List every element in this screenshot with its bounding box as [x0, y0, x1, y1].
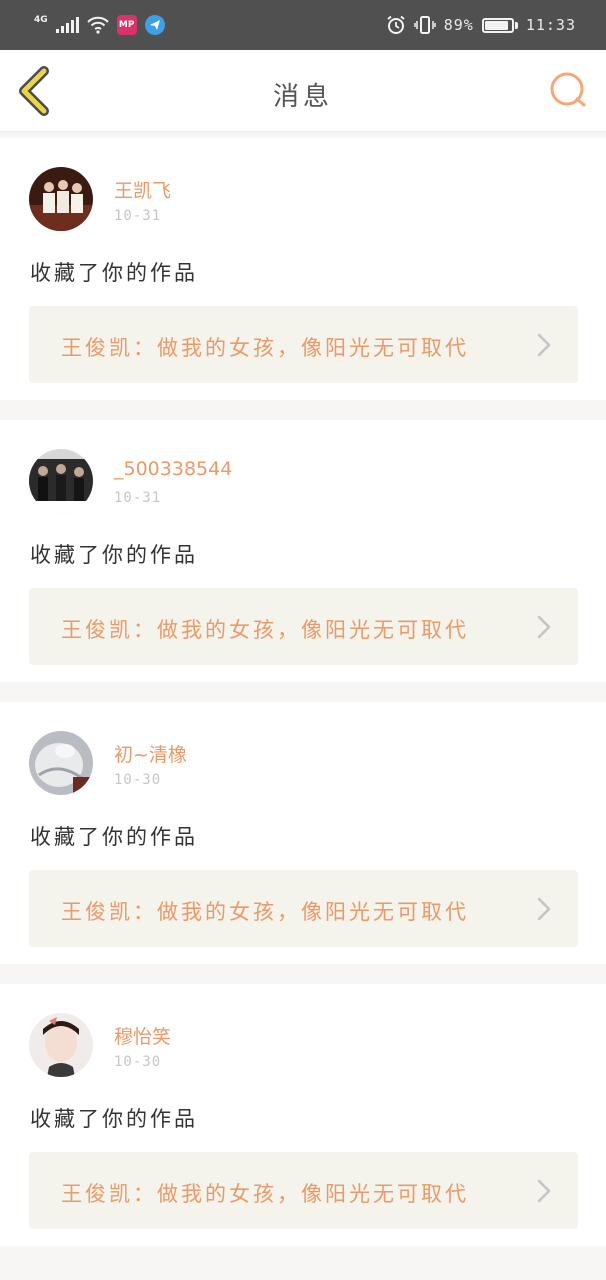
username[interactable]: 初~清橡	[114, 740, 187, 767]
action-text: 收藏了你的作品	[30, 825, 198, 849]
signal-icon	[55, 17, 79, 33]
action-text: 收藏了你的作品	[30, 1107, 198, 1131]
page-title: 消息	[272, 82, 333, 112]
notification-card: 穆怡笑 10-30 收藏了你的作品 王俊凯：做我的女孩，像阳光无可取代	[0, 984, 606, 1246]
work-link[interactable]: 王俊凯：做我的女孩，像阳光无可取代	[29, 588, 578, 665]
avatar[interactable]	[29, 731, 93, 795]
notification-card: 初~清橡 10-30 收藏了你的作品 王俊凯：做我的女孩，像阳光无可取代	[0, 702, 606, 964]
mp-app-icon: MP	[116, 15, 137, 35]
work-title: 王俊凯：做我的女孩，像阳光无可取代	[61, 1182, 469, 1206]
status-bar-right: 89% 11:33	[386, 15, 576, 35]
username[interactable]: 穆怡笑	[114, 1022, 171, 1049]
work-link[interactable]: 王俊凯：做我的女孩，像阳光无可取代	[29, 306, 578, 383]
work-link[interactable]: 王俊凯：做我的女孩，像阳光无可取代	[29, 1152, 578, 1229]
work-title: 王俊凯：做我的女孩，像阳光无可取代	[61, 618, 469, 642]
top-app-bar: 消息	[0, 50, 606, 132]
telegram-icon	[144, 15, 165, 35]
notification-list: 王凯飞 10-31 收藏了你的作品 王俊凯：做我的女孩，像阳光无可取代 _500…	[0, 138, 606, 1266]
alarm-icon	[387, 15, 405, 34]
username[interactable]: _500338544	[114, 458, 232, 480]
action-text: 收藏了你的作品	[30, 261, 198, 285]
battery-percent: 89%	[443, 16, 474, 34]
work-title: 王俊凯：做我的女孩，像阳光无可取代	[61, 900, 469, 924]
battery-icon	[481, 17, 518, 33]
username[interactable]: 王凯飞	[114, 176, 171, 203]
network-type: 4G	[34, 14, 48, 25]
action-text: 收藏了你的作品	[30, 543, 198, 567]
avatar[interactable]	[29, 449, 93, 513]
status-bar: 4G MP 89% 11:33	[0, 0, 606, 50]
search-button[interactable]	[548, 70, 588, 110]
chevron-right-icon	[537, 1179, 551, 1203]
avatar[interactable]	[29, 1013, 93, 1077]
work-title: 王俊凯：做我的女孩，像阳光无可取代	[61, 336, 469, 360]
timestamp: 10-30	[114, 1054, 162, 1070]
vibrate-icon	[414, 16, 436, 34]
chevron-right-icon	[537, 897, 551, 921]
notification-card: 王凯飞 10-31 收藏了你的作品 王俊凯：做我的女孩，像阳光无可取代	[0, 138, 606, 400]
timestamp: 10-31	[114, 208, 162, 224]
work-link[interactable]: 王俊凯：做我的女孩，像阳光无可取代	[29, 870, 578, 947]
search-icon	[550, 72, 586, 107]
wifi-icon	[86, 16, 109, 34]
timestamp: 10-31	[114, 490, 162, 506]
chevron-right-icon	[537, 333, 551, 357]
notification-card: _500338544 10-31 收藏了你的作品 王俊凯：做我的女孩，像阳光无可…	[0, 420, 606, 682]
timestamp: 10-30	[114, 772, 162, 788]
avatar[interactable]	[29, 167, 93, 231]
clock: 11:33	[525, 16, 576, 34]
status-bar-left: 4G MP	[34, 15, 165, 35]
chevron-right-icon	[537, 615, 551, 639]
